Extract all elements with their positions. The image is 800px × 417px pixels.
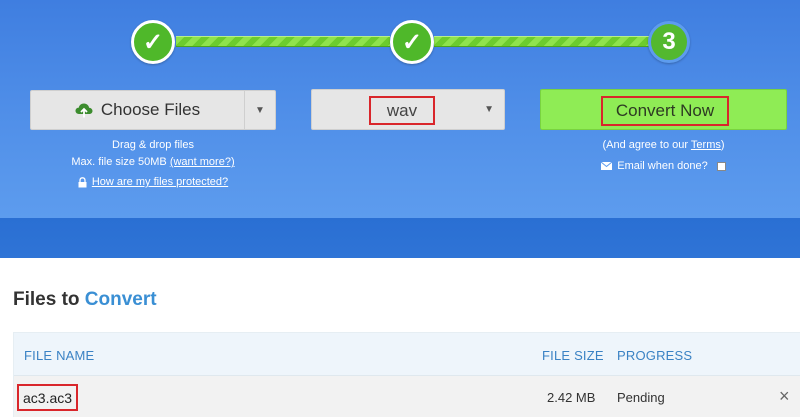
step-1-complete: ✓ — [131, 20, 175, 64]
table-row: ac3.ac3 2.42 MB Pending × — [14, 376, 800, 417]
agree-suffix: ) — [720, 139, 725, 151]
drag-drop-text: Drag & drop files — [112, 139, 194, 151]
max-size-text: Max. file size 50MB (want more?) — [30, 156, 276, 168]
progress-track-2 — [434, 36, 650, 47]
column-header-file-name: FILE NAME — [24, 348, 95, 363]
selected-format: wav — [369, 96, 435, 125]
progress-status-cell: Pending — [617, 390, 665, 405]
files-protected-link[interactable]: How are my files protected? — [92, 176, 228, 188]
checkmark-icon: ✓ — [401, 28, 423, 56]
upload-source-dropdown[interactable]: ▼ — [245, 91, 275, 129]
agree-prefix: (And agree to our — [602, 139, 691, 151]
max-size-label: Max. file size 50MB — [71, 156, 167, 168]
terms-link[interactable]: Terms — [691, 139, 721, 151]
want-more-link[interactable]: (want more?) — [170, 156, 235, 168]
files-table-header: FILE NAME FILE SIZE PROGRESS — [14, 333, 800, 376]
lock-icon — [78, 176, 87, 187]
envelope-icon — [601, 162, 613, 170]
checkmark-icon: ✓ — [142, 28, 164, 56]
hero-bottom-band — [0, 218, 800, 258]
step-3-current: 3 — [648, 21, 690, 63]
output-format-select[interactable]: wav ▼ — [311, 89, 505, 130]
progress-track-1 — [176, 36, 390, 47]
step-2-complete: ✓ — [390, 20, 434, 64]
step-3-number: 3 — [662, 28, 676, 55]
caret-down-icon: ▼ — [484, 104, 494, 115]
choose-files-button-group[interactable]: Choose Files ▼ — [30, 90, 276, 130]
email-when-done-checkbox[interactable] — [716, 161, 726, 171]
convert-now-button[interactable]: Convert Now — [540, 89, 787, 130]
cloud-upload-icon — [75, 103, 93, 118]
files-title-accent: Convert — [84, 289, 157, 310]
converter-hero: ✓ ✓ 3 Choose Files ▼ Drag & drop files M… — [0, 0, 800, 218]
terms-agreement-text: (And agree to our Terms) — [540, 139, 787, 151]
column-header-file-size: FILE SIZE — [542, 348, 604, 363]
choose-files-button[interactable]: Choose Files — [31, 91, 245, 129]
remove-file-icon[interactable]: × — [779, 386, 790, 407]
email-when-done-row: Email when done? — [540, 160, 787, 172]
caret-down-icon: ▼ — [255, 104, 265, 116]
files-title-prefix: Files to — [13, 289, 80, 310]
email-when-done-label: Email when done? — [617, 160, 708, 172]
files-section-title: Files to Convert — [13, 289, 157, 311]
convert-now-label: Convert Now — [601, 96, 729, 126]
column-header-progress: PROGRESS — [617, 348, 693, 363]
choose-files-label: Choose Files — [100, 100, 201, 119]
files-protected-row: How are my files protected? — [30, 176, 276, 188]
file-size-cell: 2.42 MB — [547, 390, 596, 405]
file-name-cell: ac3.ac3 — [17, 384, 79, 411]
files-table: FILE NAME FILE SIZE PROGRESS ac3.ac3 2.4… — [13, 332, 800, 417]
